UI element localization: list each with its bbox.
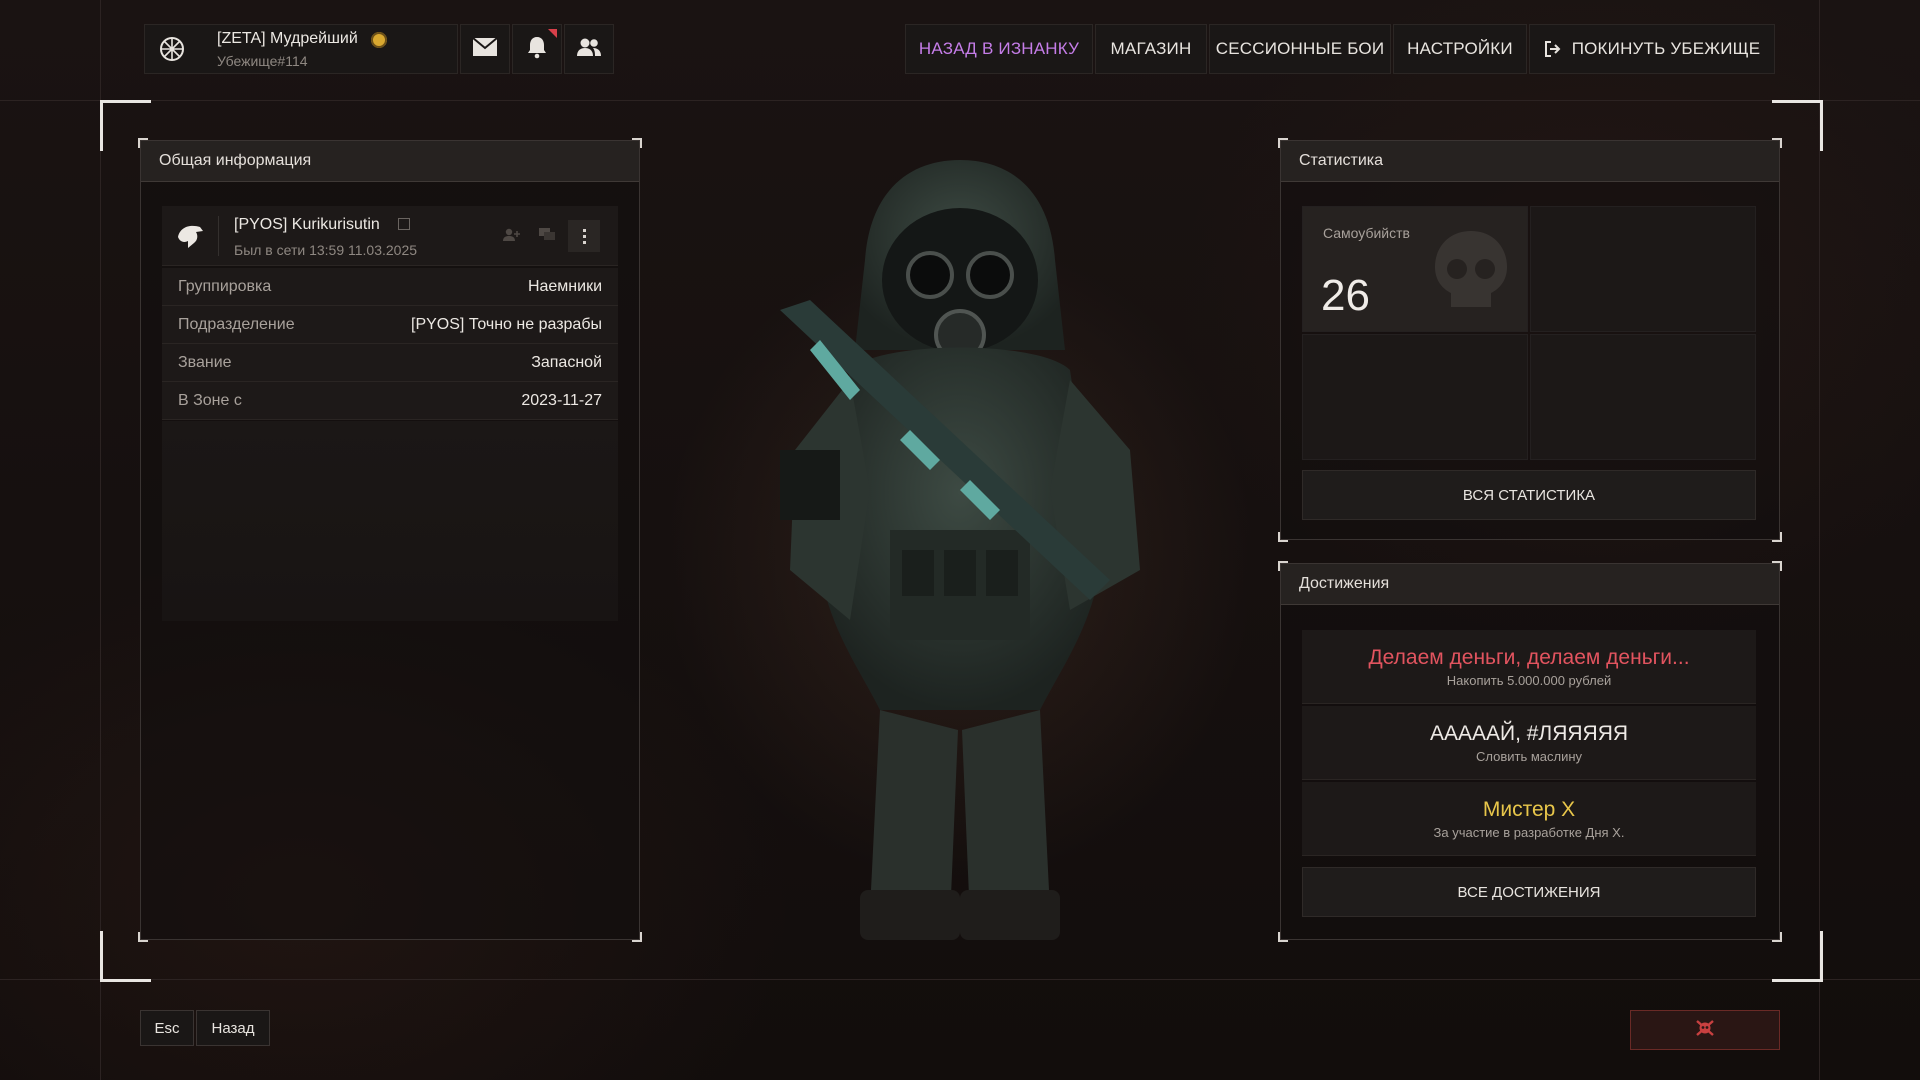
- back-button[interactable]: Назад: [196, 1010, 270, 1046]
- all-achievements-button[interactable]: ВСЕ ДОСТИЖЕНИЯ: [1302, 867, 1756, 917]
- achievement-title: Делаем деньги, делаем деньги...: [1368, 645, 1690, 669]
- stat-card-empty: [1530, 334, 1756, 460]
- frame-line-bottom: [0, 979, 1920, 980]
- faction-emblem-icon: [176, 223, 204, 254]
- panel-corner: [632, 932, 642, 942]
- chat-icon: [539, 228, 555, 240]
- info-key: В Зоне с: [178, 391, 242, 409]
- panel-corner: [1772, 932, 1782, 942]
- message-button[interactable]: [532, 220, 562, 250]
- player-name: [PYOS] Kurikurisutin: [234, 216, 380, 233]
- panel-corner: [1278, 932, 1288, 942]
- achievement-title: АААААЙ, #ЛЯЯЯЯЯ: [1429, 721, 1629, 745]
- username: [ZETA] Мудрейший: [217, 30, 358, 47]
- info-empty-area: [162, 421, 618, 621]
- info-key: Подразделение: [178, 315, 295, 333]
- panel-corner: [138, 932, 148, 942]
- friends-icon: [576, 37, 602, 62]
- achievement-item[interactable]: АААААЙ, #ЛЯЯЯЯЯ Словить маслину: [1302, 706, 1756, 780]
- stat-card-empty: [1530, 206, 1756, 332]
- achievement-item[interactable]: Делаем деньги, делаем деньги... Накопить…: [1302, 630, 1756, 704]
- player-card: [PYOS] Kurikurisutin Был в сети 13:59 11…: [162, 206, 618, 266]
- friends-button[interactable]: [564, 24, 614, 74]
- stat-value: 26: [1321, 271, 1370, 320]
- skull-crossbones-icon: [1694, 1018, 1716, 1043]
- add-friend-button[interactable]: [496, 220, 526, 250]
- info-row-rank: Звание Запасной: [162, 344, 618, 382]
- panel-corner: [1772, 532, 1782, 542]
- info-value: Запасной: [531, 353, 602, 371]
- info-value: Наемники: [527, 277, 602, 295]
- stats-panel-title: Статистика: [1281, 141, 1779, 182]
- mail-button[interactable]: [460, 24, 510, 74]
- nav-back-to-inside[interactable]: НАЗАД В ИЗНАНКУ: [905, 24, 1093, 74]
- info-value: [PYOS] Точно не разрабы: [411, 315, 602, 333]
- frame-line-left: [100, 0, 101, 1080]
- frame-line-right: [1819, 0, 1820, 1080]
- panel-corner: [138, 138, 148, 148]
- achievements-panel-title: Достижения: [1281, 564, 1779, 605]
- more-dots-icon: [582, 228, 586, 244]
- nav-session-battles[interactable]: СЕССИОННЫЕ БОИ: [1209, 24, 1391, 74]
- bell-icon: [526, 35, 548, 64]
- frame-line-top: [0, 100, 1920, 101]
- character-model[interactable]: [720, 150, 1200, 970]
- achievement-item[interactable]: Мистер Х За участие в разработке Дня X.: [1302, 782, 1756, 856]
- notifications-button[interactable]: [512, 24, 562, 74]
- shelter-id: Убежище#114: [217, 53, 308, 69]
- copy-icon[interactable]: [398, 218, 410, 230]
- skull-icon: [1429, 227, 1513, 318]
- nav-settings[interactable]: НАСТРОЙКИ: [1393, 24, 1527, 74]
- danger-button[interactable]: [1630, 1010, 1780, 1050]
- stat-card-empty: [1302, 334, 1528, 460]
- panel-corner: [1772, 561, 1782, 571]
- stat-label: Самоубийств: [1323, 225, 1410, 241]
- more-options-button[interactable]: [568, 220, 600, 252]
- panel-corner: [1278, 138, 1288, 148]
- panel-corner: [1278, 532, 1288, 542]
- stat-card-suicides[interactable]: Самоубийств 26: [1302, 206, 1528, 332]
- add-friend-icon: [503, 228, 520, 241]
- achievement-desc: Накопить 5.000.000 рублей: [1446, 672, 1612, 688]
- header-divider: [218, 216, 219, 256]
- panel-corner: [632, 138, 642, 148]
- nav-leave-shelter[interactable]: ПОКИНУТЬ УБЕЖИЩЕ: [1529, 24, 1775, 74]
- esc-key-hint[interactable]: Esc: [140, 1010, 194, 1046]
- exit-icon: [1544, 40, 1562, 58]
- achievement-desc: За участие в разработке Дня X.: [1433, 824, 1625, 840]
- panel-corner: [1772, 138, 1782, 148]
- achievement-desc: Словить маслину: [1475, 748, 1583, 764]
- profile-header[interactable]: [ZETA] Мудрейший Убежище#114: [144, 24, 458, 74]
- info-value: 2023-11-27: [521, 391, 602, 409]
- nav-leave-shelter-label: ПОКИНУТЬ УБЕЖИЩЕ: [1571, 39, 1761, 58]
- mail-icon: [472, 36, 498, 62]
- faction-logo-icon: [159, 36, 185, 62]
- info-row-faction: Группировка Наемники: [162, 268, 618, 306]
- panel-corner: [1278, 561, 1288, 571]
- info-key: Звание: [178, 353, 232, 371]
- nav-shop[interactable]: МАГАЗИН: [1095, 24, 1207, 74]
- info-row-zone-since: В Зоне с 2023-11-27: [162, 382, 618, 420]
- achievement-title: Мистер Х: [1482, 797, 1576, 821]
- last-seen: Был в сети 13:59 11.03.2025: [234, 242, 418, 258]
- info-key: Группировка: [178, 277, 272, 295]
- all-stats-button[interactable]: ВСЯ СТАТИСТИКА: [1302, 470, 1756, 520]
- info-row-unit: Подразделение [PYOS] Точно не разрабы: [162, 306, 618, 344]
- notification-indicator: [548, 29, 557, 38]
- info-panel-title: Общая информация: [141, 141, 639, 182]
- premium-badge-icon: [371, 32, 387, 48]
